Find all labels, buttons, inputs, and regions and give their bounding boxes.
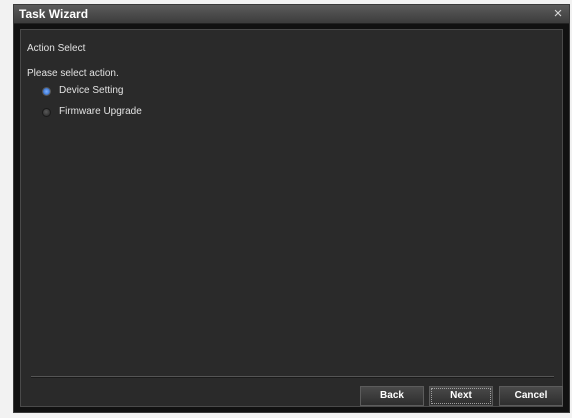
- window-title: Task Wizard: [19, 7, 89, 21]
- close-icon[interactable]: ×: [550, 6, 566, 22]
- section-title: Action Select: [27, 43, 86, 54]
- back-button[interactable]: Back: [360, 386, 424, 406]
- radio-unselected-icon[interactable]: [42, 107, 51, 117]
- action-prompt: Please select action.: [27, 68, 119, 79]
- title-bar: Task Wizard ×: [14, 5, 569, 24]
- footer-divider: [31, 376, 554, 378]
- next-button[interactable]: Next: [429, 386, 493, 406]
- option-device-setting[interactable]: Device Setting: [42, 84, 123, 98]
- cancel-button[interactable]: Cancel: [499, 386, 563, 406]
- radio-selected-icon[interactable]: [42, 86, 51, 96]
- option-label: Firmware Upgrade: [59, 106, 142, 117]
- option-label: Device Setting: [59, 85, 124, 96]
- task-wizard-window: Task Wizard × Action Select Please selec…: [13, 4, 570, 413]
- option-firmware-upgrade[interactable]: Firmware Upgrade: [42, 105, 142, 119]
- action-select-panel: Action Select Please select action. Devi…: [20, 29, 563, 407]
